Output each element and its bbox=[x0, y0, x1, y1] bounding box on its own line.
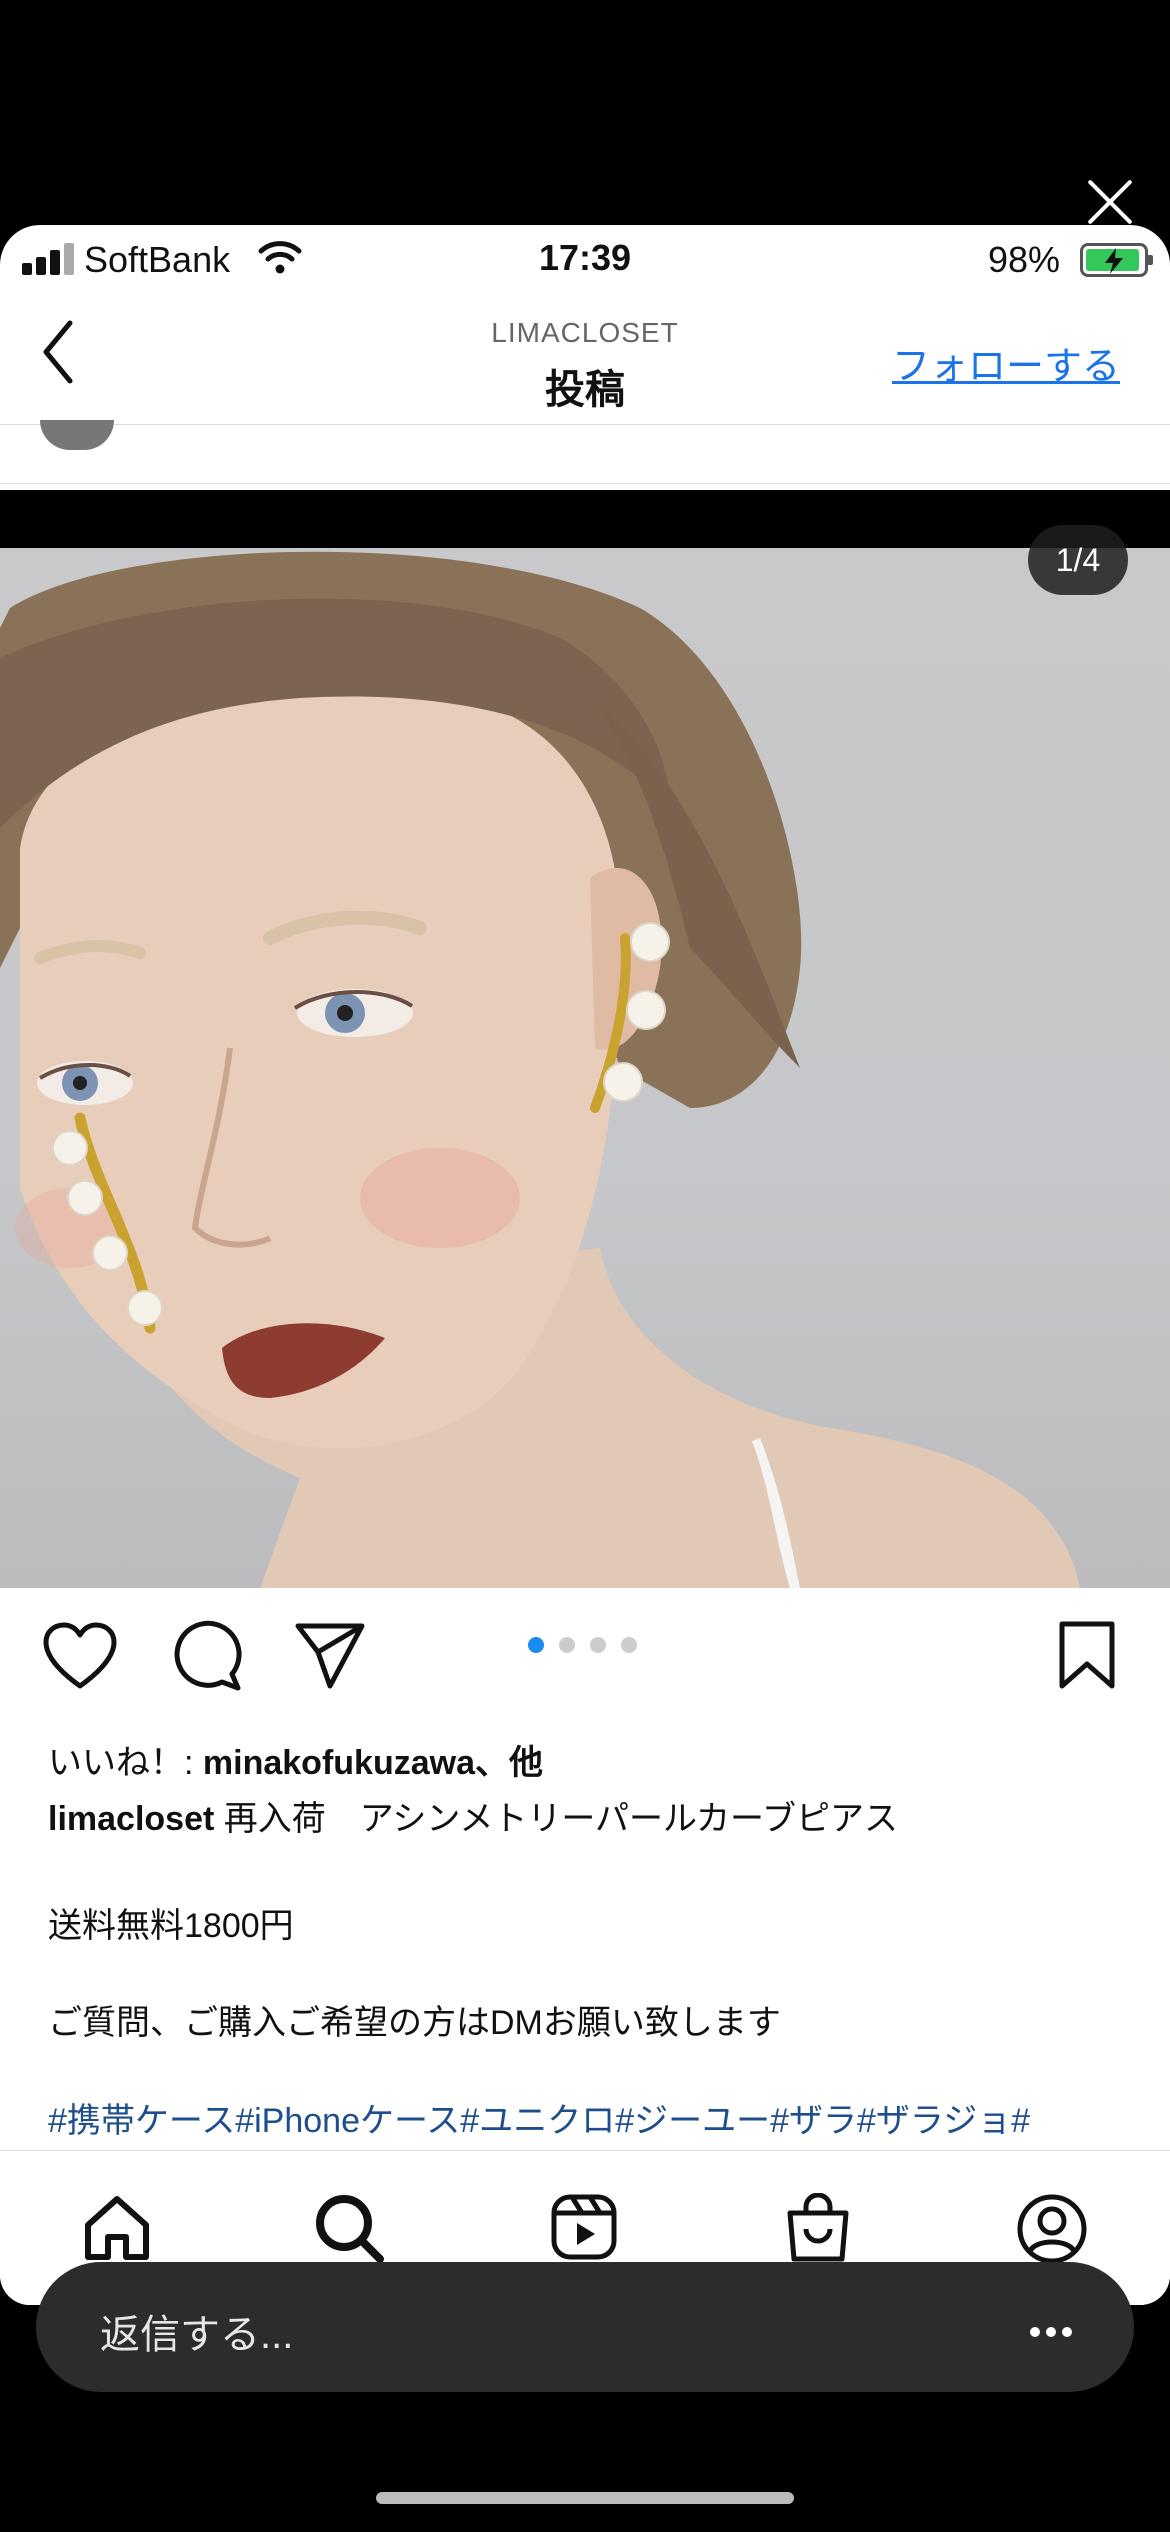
more-icon[interactable] bbox=[1024, 2324, 1072, 2342]
likes-user[interactable]: minakofukuzawa bbox=[203, 1744, 475, 1782]
reply-input[interactable]: 返信する... bbox=[36, 2262, 1134, 2392]
instagram-post-screen: SoftBank 17:39 98% LIMACLOSET 投稿 フォローする bbox=[0, 225, 1170, 2305]
carousel-dot bbox=[559, 1637, 575, 1653]
avatar[interactable] bbox=[40, 420, 114, 450]
likes-line[interactable]: いいね！: minakofukuzawa、他 bbox=[48, 1735, 543, 1784]
caption-contact: ご質問、ご購入ご希望の方はDMお願い致します bbox=[48, 2004, 781, 2042]
post-image[interactable] bbox=[0, 548, 1170, 1588]
post-header: LIMACLOSET 投稿 フォローする bbox=[0, 295, 1170, 425]
reply-placeholder: 返信する... bbox=[100, 2313, 294, 2357]
hashtags[interactable]: #携帯ケース#iPhoneケース#ユニクロ#ジーユー#ザラ#ザラジョ# bbox=[48, 2093, 1148, 2137]
reels-icon[interactable] bbox=[550, 2193, 618, 2261]
likes-suffix: 、他 bbox=[474, 1744, 543, 1782]
battery-percent: 98% bbox=[988, 239, 1061, 280]
share-icon[interactable] bbox=[294, 1622, 366, 1690]
battery-icon bbox=[1080, 243, 1153, 277]
follow-button[interactable]: フォローする bbox=[892, 335, 1120, 390]
carousel-dot bbox=[528, 1637, 544, 1653]
caption-username[interactable]: limacloset bbox=[48, 1800, 214, 1838]
status-bar: SoftBank 17:39 98% bbox=[0, 225, 1170, 295]
caption-price: 送料無料1800円 bbox=[48, 1907, 294, 1945]
media-counter: 1/4 bbox=[1028, 525, 1128, 595]
shop-icon[interactable] bbox=[784, 2193, 852, 2263]
likes-prefix: いいね！: bbox=[48, 1744, 203, 1782]
caption-text: 再入荷 アシンメトリーパールカーブピアス bbox=[214, 1800, 898, 1838]
home-icon[interactable] bbox=[82, 2193, 152, 2263]
action-row bbox=[0, 1590, 1170, 1720]
close-icon[interactable] bbox=[1080, 172, 1140, 232]
carousel-dot bbox=[621, 1637, 637, 1653]
caption: limacloset 再入荷 アシンメトリーパールカーブピアス bbox=[48, 1795, 1128, 1843]
comment-icon[interactable] bbox=[170, 1620, 244, 1692]
heart-icon[interactable] bbox=[42, 1622, 118, 1690]
profile-icon[interactable] bbox=[1016, 2193, 1088, 2265]
carousel-indicator bbox=[528, 1637, 652, 1658]
carousel-dot bbox=[590, 1637, 606, 1653]
home-indicator[interactable] bbox=[376, 2492, 794, 2504]
media-letterbox bbox=[0, 490, 1170, 548]
search-icon[interactable] bbox=[314, 2193, 386, 2265]
portrait-illustration bbox=[0, 551, 1080, 1588]
divider bbox=[0, 483, 1170, 484]
bookmark-icon[interactable] bbox=[1058, 1620, 1116, 1690]
